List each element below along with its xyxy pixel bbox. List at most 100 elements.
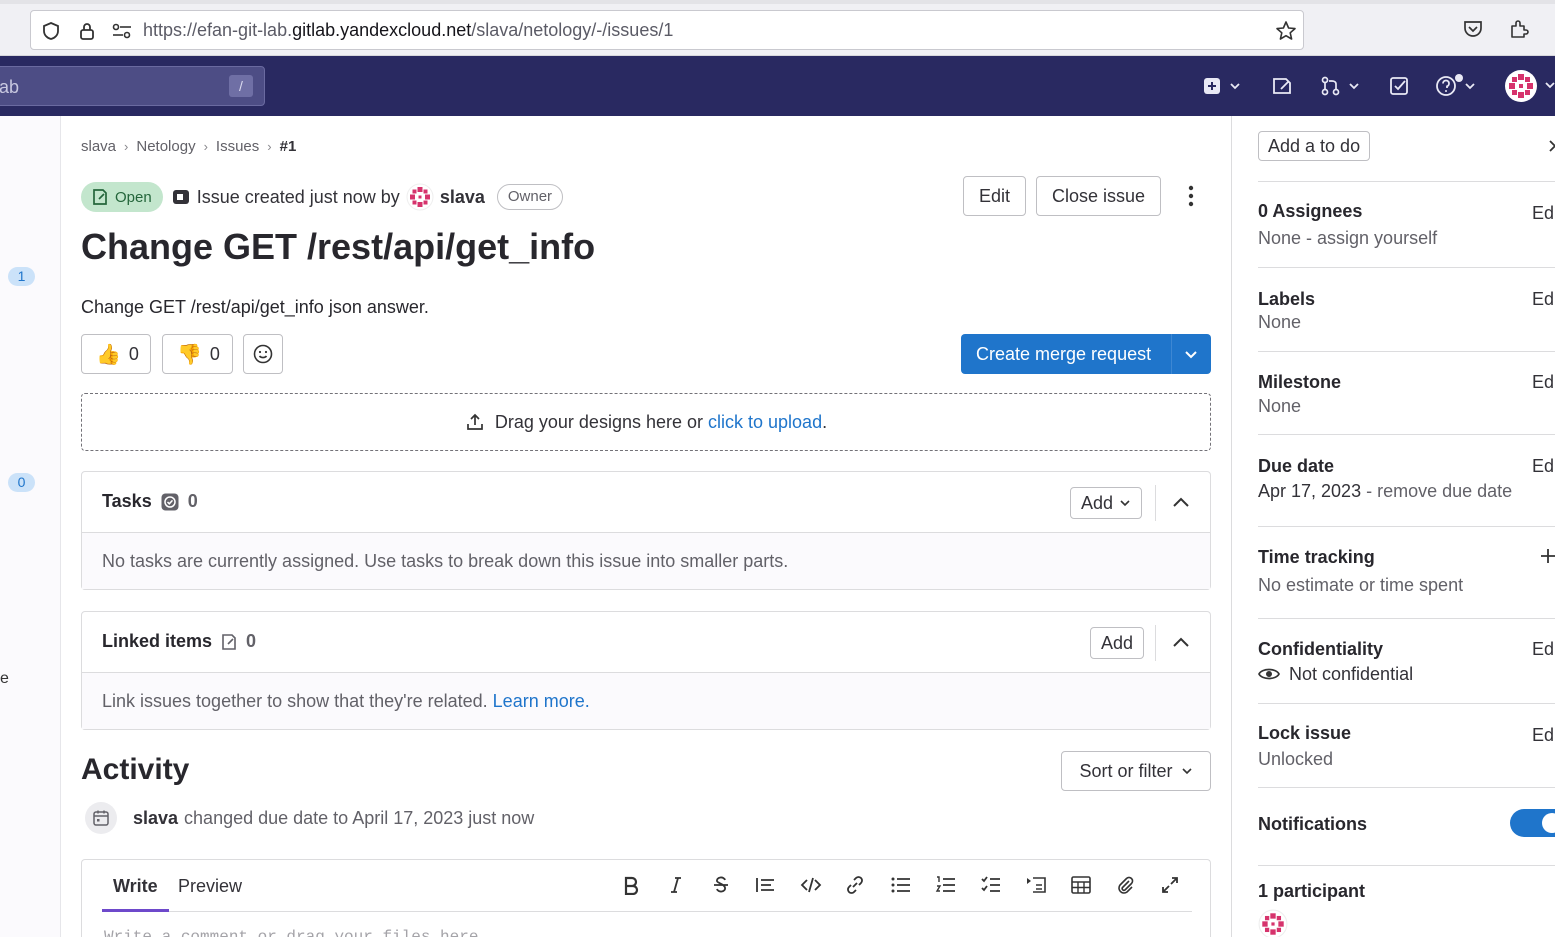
section-divider — [1258, 434, 1555, 435]
participants-label: 1 participant — [1258, 881, 1366, 901]
close-issue-button[interactable]: Close issue — [1036, 176, 1161, 216]
tab-write[interactable]: Write — [113, 876, 158, 897]
numbered-list-icon[interactable] — [935, 875, 957, 895]
due-date-value-row: Apr 17, 2023 - remove due date — [1258, 481, 1512, 502]
tasks-title: Tasks — [102, 491, 152, 511]
task-list-icon[interactable] — [980, 875, 1002, 895]
user-avatar[interactable] — [1504, 69, 1555, 103]
lock-icon[interactable] — [77, 21, 97, 41]
status-label: Open — [115, 188, 152, 206]
time-tracking-label: Time tracking — [1258, 547, 1375, 567]
browser-toolbar: https://efan-git-lab.gitlab.yandexcloud.… — [0, 0, 1555, 56]
toggle-knob — [1542, 813, 1555, 833]
breadcrumb-user[interactable]: slava — [81, 138, 116, 155]
issues-count-badge[interactable]: 1 — [8, 267, 35, 286]
todo-icon[interactable] — [1389, 76, 1411, 96]
chevron-down-icon[interactable] — [1183, 346, 1199, 362]
smiley-icon — [253, 344, 273, 364]
edit-assignees-button[interactable]: Edit — [1532, 203, 1555, 224]
thumbs-down-button[interactable]: 👎 0 — [162, 334, 233, 374]
breadcrumb-current[interactable]: #1 — [280, 138, 297, 155]
breadcrumb-issues[interactable]: Issues — [216, 138, 259, 155]
tasks-empty-text: No tasks are currently assigned. Use tas… — [82, 533, 1210, 589]
url-prefix: https://efan-git-lab. — [143, 20, 293, 40]
edit-confidentiality-button[interactable]: Edit — [1532, 639, 1555, 660]
activity-author[interactable]: slava — [133, 808, 178, 829]
learn-more-link[interactable]: Learn more. — [493, 691, 590, 711]
edit-lock-button[interactable]: Edit — [1532, 725, 1555, 746]
add-reaction-button[interactable] — [243, 334, 283, 374]
add-task-button[interactable]: Add — [1070, 487, 1143, 519]
chevron-right-icon: › — [267, 139, 272, 154]
create-merge-request-button[interactable]: Create merge request — [961, 334, 1211, 374]
plus-icon[interactable] — [1540, 547, 1555, 565]
close-sidebar-icon[interactable] — [1546, 138, 1555, 154]
section-divider — [1258, 787, 1555, 788]
breadcrumb-project[interactable]: Netology — [136, 138, 195, 155]
issues-icon[interactable] — [1271, 76, 1293, 96]
assign-yourself-link[interactable]: None - assign yourself — [1258, 228, 1437, 249]
permissions-icon[interactable] — [111, 21, 133, 41]
collapsible-section-icon[interactable] — [1025, 875, 1047, 895]
add-linked-item-button[interactable]: Add — [1090, 627, 1145, 659]
author-avatar[interactable] — [406, 183, 434, 211]
help-icon[interactable] — [1435, 72, 1479, 98]
attach-file-icon[interactable] — [1115, 875, 1135, 895]
merge-requests-icon[interactable] — [1320, 76, 1362, 96]
add-todo-button[interactable]: Add a to do — [1258, 131, 1371, 161]
code-icon[interactable] — [800, 875, 822, 895]
edit-due-date-button[interactable]: Edit — [1532, 456, 1555, 477]
issue-meta: Open Issue created just now by slava Own… — [81, 181, 564, 213]
edit-milestone-button[interactable]: Edit — [1532, 372, 1555, 393]
remove-due-date-link[interactable]: - remove due date — [1366, 481, 1512, 501]
extensions-icon[interactable] — [1508, 18, 1530, 40]
add-task-label: Add — [1081, 492, 1114, 513]
tasks-count: 0 — [187, 491, 198, 511]
chevron-up-icon[interactable] — [1171, 494, 1191, 510]
notifications-toggle[interactable] — [1510, 809, 1555, 837]
upload-link[interactable]: click to upload — [708, 412, 822, 432]
sort-filter-button[interactable]: Sort or filter — [1061, 751, 1211, 791]
calendar-icon — [85, 802, 117, 834]
comment-input[interactable]: Write a comment or drag your files here… — [104, 928, 488, 937]
fullscreen-icon[interactable] — [1160, 875, 1180, 895]
chevron-down-icon — [1181, 765, 1193, 777]
edit-button[interactable]: Edit — [963, 176, 1026, 216]
sidebar-item-fragment[interactable]: e — [0, 670, 9, 688]
more-actions-icon[interactable] — [1181, 184, 1201, 208]
shield-icon[interactable] — [41, 21, 61, 41]
mr-count-badge[interactable]: 0 — [8, 473, 35, 492]
author-name[interactable]: slava — [440, 187, 485, 208]
bullet-list-icon[interactable] — [890, 875, 912, 895]
link-icon[interactable] — [845, 875, 865, 895]
task-check-icon — [160, 492, 180, 512]
search-input[interactable]: ab / — [0, 66, 265, 106]
table-icon[interactable] — [1070, 875, 1092, 895]
bookmark-star-icon[interactable] — [1275, 20, 1297, 42]
italic-icon[interactable] — [667, 875, 685, 895]
participant-avatar[interactable] — [1258, 909, 1288, 937]
bold-icon[interactable] — [622, 875, 640, 895]
issue-created-info: Issue created just now by slava Owner — [171, 183, 564, 211]
chevron-up-icon[interactable] — [1171, 634, 1191, 650]
search-placeholder: ab — [0, 77, 20, 97]
milestone-value: None — [1258, 396, 1302, 416]
thumbs-up-button[interactable]: 👍 0 — [81, 334, 151, 374]
tab-preview[interactable]: Preview — [178, 876, 242, 897]
section-divider — [1258, 526, 1555, 527]
section-divider — [1258, 865, 1555, 866]
activity-text: changed due date to April 17, 2023 just … — [184, 807, 535, 828]
comment-editor: Write Preview Write a comment or drag yo… — [81, 859, 1211, 937]
create-mr-label: Create merge request — [976, 344, 1152, 364]
pocket-icon[interactable] — [1462, 19, 1484, 39]
quote-icon[interactable] — [754, 875, 776, 895]
design-dropzone[interactable]: Drag your designs here or click to uploa… — [81, 393, 1211, 451]
issue-open-icon — [91, 188, 109, 206]
search-shortcut-hint: / — [229, 75, 253, 97]
strikethrough-icon[interactable] — [711, 875, 731, 895]
issue-type-icon — [171, 187, 191, 207]
create-new-icon[interactable] — [1202, 76, 1242, 96]
url-bar[interactable]: https://efan-git-lab.gitlab.yandexcloud.… — [30, 10, 1304, 50]
edit-labels-button[interactable]: Edit — [1532, 289, 1555, 310]
activity-item: slava changed due date to April 17, 2023… — [81, 802, 535, 834]
